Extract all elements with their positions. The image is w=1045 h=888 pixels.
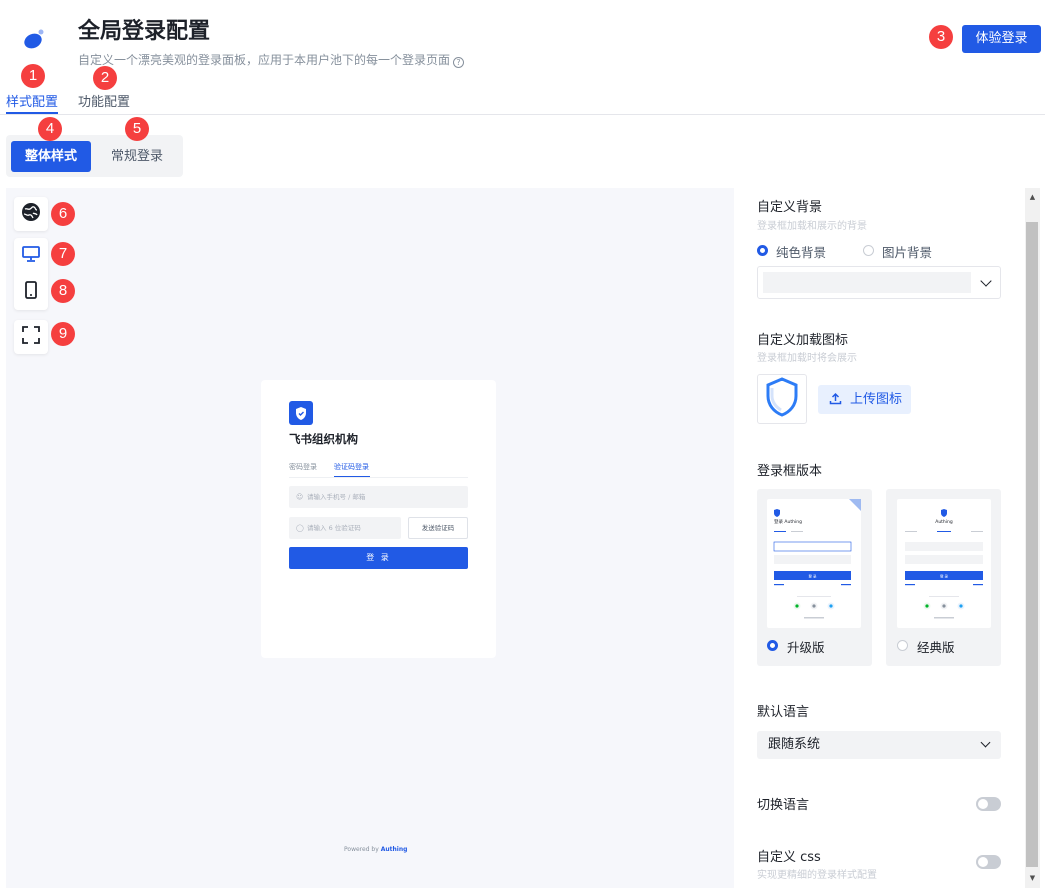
preview-tab-divider (289, 477, 468, 478)
svg-text:Authing: Authing (935, 519, 953, 525)
version-classic-label[interactable]: 经典版 (917, 637, 955, 656)
default-language-value: 跟随系统 (768, 737, 821, 752)
segment-regular-login[interactable]: 常规登录 (96, 141, 178, 172)
scrollbar-thumb[interactable] (1026, 222, 1038, 867)
svg-text:登 录: 登 录 (808, 574, 817, 579)
step-badge: 7 (51, 242, 75, 266)
fullscreen-icon (22, 326, 40, 348)
page-title: 全局登录配置 (78, 19, 211, 44)
fullscreen-button[interactable] (14, 320, 48, 354)
radio-image-background[interactable] (863, 245, 874, 256)
desktop-icon (22, 246, 40, 266)
custom-css-toggle[interactable] (976, 855, 1001, 869)
user-icon: ☺ (296, 493, 304, 501)
segment-overall-style[interactable]: 整体样式 (11, 141, 91, 172)
preview-code-input[interactable]: ◯ 请输入 6 位验证码 (289, 517, 401, 539)
default-language-select[interactable]: 跟随系统 (757, 731, 1001, 759)
version-upgraded-label[interactable]: 升级版 (787, 637, 825, 656)
radio-version-classic[interactable] (897, 640, 908, 651)
org-name: 飞书组织机构 (289, 432, 358, 446)
scroll-up-icon[interactable]: ▲ (1025, 190, 1040, 205)
background-title: 自定义背景 (757, 200, 823, 215)
tab-divider (0, 114, 1045, 115)
page-subtitle: 自定义一个漂亮美观的登录面板，应用于本用户池下的每一个登录页面? (78, 51, 465, 68)
try-login-button[interactable]: 体验登录 (962, 25, 1041, 53)
radio-image-background-label[interactable]: 图片背景 (882, 242, 932, 261)
preview-tab-password[interactable]: 密码登录 (289, 462, 317, 472)
tab-style-config[interactable]: 样式配置 (6, 91, 58, 110)
version-thumb-upgraded: 登录 Authing 登 录 (767, 499, 861, 628)
preview-tab-indicator (334, 476, 370, 477)
radio-version-upgraded[interactable] (767, 640, 778, 651)
version-title: 登录框版本 (757, 464, 823, 479)
version-card-classic[interactable]: Authing 登 录 经典版 (886, 489, 1001, 666)
scroll-down-icon[interactable]: ▼ (1025, 871, 1040, 886)
switch-language-toggle[interactable] (976, 797, 1001, 811)
preview-login-button[interactable]: 登 录 (289, 547, 468, 569)
custom-css-desc: 实现更精细的登录样式配置 (757, 870, 877, 881)
org-logo-icon (289, 401, 313, 425)
radio-solid-background-label[interactable]: 纯色背景 (776, 242, 826, 261)
version-card-upgraded[interactable]: 登录 Authing 登 录 升级版 (757, 489, 872, 666)
svg-text:登录 Authing: 登录 Authing (774, 518, 802, 525)
step-badge: 5 (125, 117, 149, 141)
mobile-view-button[interactable] (14, 274, 48, 310)
background-color-swatch (763, 272, 971, 293)
step-badge: 6 (51, 202, 75, 226)
upload-icon-label: 上传图标 (850, 392, 903, 407)
shield-icon (765, 377, 799, 421)
desktop-view-button[interactable] (14, 238, 48, 274)
step-badge: 1 (21, 64, 45, 88)
radio-solid-background[interactable] (757, 245, 768, 256)
help-icon[interactable]: ? (453, 57, 465, 68)
version-thumb-classic: Authing 登 录 (897, 499, 991, 628)
powered-by-brand: Authing (380, 846, 408, 853)
page-subtitle-text: 自定义一个漂亮美观的登录面板，应用于本用户池下的每一个登录页面 (78, 53, 451, 67)
step-badge: 4 (38, 117, 62, 141)
preview-code-placeholder: 请输入 6 位验证码 (307, 524, 361, 532)
app-logo-icon (22, 28, 48, 50)
step-badge: 8 (51, 279, 75, 303)
loading-icon-desc: 登录框加载时将会展示 (757, 353, 857, 364)
loading-icon-title: 自定义加载图标 (757, 333, 849, 348)
custom-css-title: 自定义 css (757, 850, 821, 865)
step-badge: 2 (93, 66, 117, 90)
default-language-title: 默认语言 (757, 705, 810, 720)
preview-tab-code[interactable]: 验证码登录 (334, 462, 369, 472)
preview-phone-input[interactable]: ☺ 请输入手机号 / 邮箱 (289, 486, 468, 508)
loading-icon-preview (757, 374, 807, 424)
globe-icon (21, 202, 41, 226)
shield-icon: ◯ (296, 524, 304, 532)
upload-icon (829, 385, 842, 414)
preview-send-code-button[interactable]: 发送验证码 (408, 517, 468, 539)
background-desc: 登录框加载和展示的背景 (757, 221, 867, 232)
powered-by: Powered by Authing (344, 846, 407, 853)
step-badge: 3 (929, 25, 953, 49)
step-badge: 9 (51, 322, 75, 346)
mobile-icon (25, 281, 37, 303)
preview-phone-placeholder: 请输入手机号 / 邮箱 (307, 493, 366, 501)
svg-text:登 录: 登 录 (940, 574, 949, 579)
powered-by-text: Powered by (344, 846, 379, 853)
upload-icon-button[interactable]: 上传图标 (818, 385, 911, 414)
tab-feature-config[interactable]: 功能配置 (78, 91, 130, 110)
language-globe-button[interactable] (14, 197, 48, 231)
switch-language-title: 切换语言 (757, 798, 810, 813)
